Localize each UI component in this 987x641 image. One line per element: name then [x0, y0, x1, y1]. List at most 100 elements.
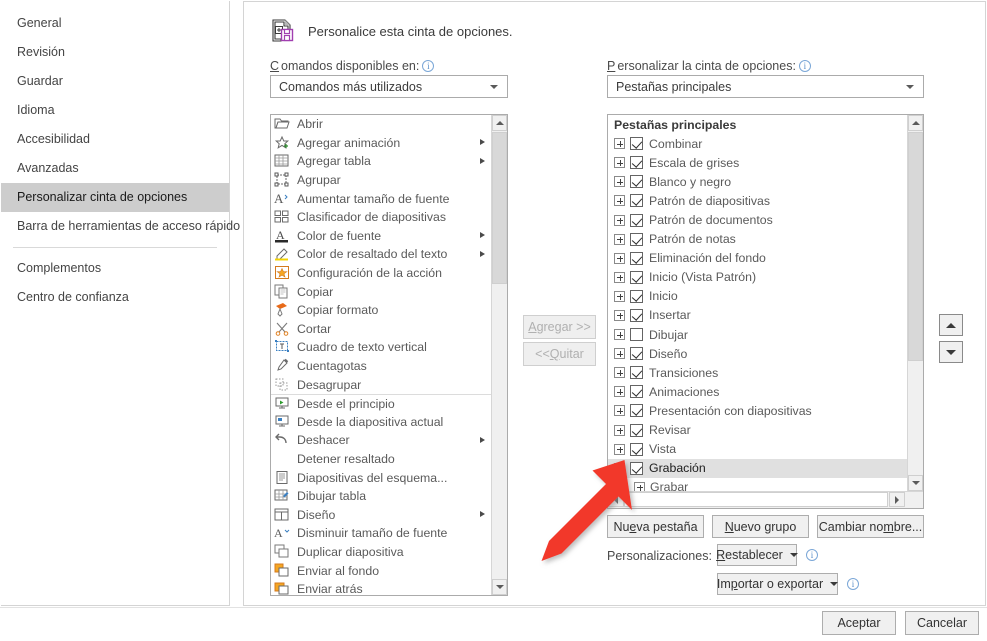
expand-plus-icon[interactable]	[614, 367, 625, 379]
sidebar-item-idioma[interactable]: Idioma	[1, 96, 229, 125]
tab-checkbox[interactable]	[630, 213, 643, 227]
expand-plus-icon[interactable]	[614, 252, 625, 264]
sidebar-item-accesibilidad[interactable]: Accesibilidad	[1, 125, 229, 154]
ribbon-tab-row[interactable]: Grabación	[608, 458, 907, 478]
ribbon-tab-row[interactable]: Eliminación del fondo	[608, 249, 907, 268]
import-export-dropdown-button[interactable]: Im p ortar o exportar	[717, 573, 839, 595]
expand-plus-icon[interactable]	[634, 481, 645, 491]
command-list-item[interactable]: A Aumentar tamaño de fuente	[271, 189, 491, 208]
tab-checkbox[interactable]	[630, 328, 643, 342]
scrollbar-thumb[interactable]	[492, 132, 507, 284]
ribbon-tab-row[interactable]: Dibujar	[608, 325, 907, 344]
command-list-item[interactable]: A Color de fuente	[271, 227, 491, 246]
tab-checkbox[interactable]	[630, 442, 643, 456]
info-icon[interactable]: i	[847, 578, 859, 590]
expand-plus-icon[interactable]	[614, 176, 625, 188]
info-icon[interactable]: i	[806, 549, 818, 561]
available-commands-list[interactable]: Abrir Agregar animación Agregar tabla Agrup…	[270, 114, 508, 596]
command-list-item[interactable]: Agregar tabla	[271, 152, 491, 171]
command-list-item[interactable]: A Disminuir tamaño de fuente	[271, 524, 491, 543]
expand-plus-icon[interactable]	[614, 424, 625, 436]
sidebar-item-complementos[interactable]: Complementos	[1, 254, 229, 283]
ribbon-tab-row[interactable]: Insertar	[608, 306, 907, 325]
available-commands-dropdown[interactable]: Comandos más utilizados	[270, 75, 508, 98]
command-list-item[interactable]: Dibujar tabla	[271, 487, 491, 506]
tab-checkbox[interactable]	[630, 289, 643, 303]
tab-checkbox[interactable]	[630, 251, 643, 265]
ribbon-tab-row[interactable]: Combinar	[608, 134, 907, 153]
scroll-right-button[interactable]	[889, 492, 905, 507]
command-list-item[interactable]: Configuración de la acción	[271, 264, 491, 283]
tab-checkbox[interactable]	[630, 175, 643, 189]
scroll-down-button[interactable]	[492, 579, 507, 595]
ribbon-tab-row[interactable]: Vista	[608, 440, 907, 459]
tab-checkbox[interactable]	[630, 232, 643, 246]
tab-checkbox[interactable]	[630, 194, 643, 208]
ribbon-tabs-vscrollbar[interactable]	[907, 115, 923, 491]
tab-checkbox[interactable]	[630, 347, 643, 361]
expand-plus-icon[interactable]	[614, 157, 625, 169]
tab-checkbox[interactable]	[630, 156, 643, 170]
expand-plus-icon[interactable]	[614, 405, 625, 417]
tab-checkbox[interactable]	[630, 461, 643, 475]
command-list-item[interactable]: Diseño	[271, 505, 491, 524]
ribbon-tab-row[interactable]: Blanco y negro	[608, 172, 907, 191]
expand-plus-icon[interactable]	[614, 138, 625, 150]
ribbon-tab-row[interactable]: Revisar	[608, 421, 907, 440]
ribbon-tab-row[interactable]: Patrón de notas	[608, 230, 907, 249]
scroll-up-button[interactable]	[908, 115, 923, 131]
command-list-item[interactable]: Enviar atrás	[271, 580, 491, 595]
ribbon-tabs-tree[interactable]: Pestañas principales Combinar Escala de gr…	[607, 114, 924, 509]
new-tab-button[interactable]: Nu e va pestaña	[607, 515, 704, 538]
sidebar-item-centro-confianza[interactable]: Centro de confianza	[1, 283, 229, 312]
sidebar-item-general[interactable]: General	[1, 9, 229, 38]
scroll-left-button[interactable]	[608, 492, 624, 507]
expand-plus-icon[interactable]	[614, 386, 625, 398]
ribbon-tab-row[interactable]: Patrón de diapositivas	[608, 191, 907, 210]
ribbon-tab-row[interactable]: Presentación con diapositivas	[608, 401, 907, 420]
expand-plus-icon[interactable]	[614, 309, 625, 321]
ribbon-tab-row[interactable]: Inicio	[608, 287, 907, 306]
move-up-button[interactable]	[939, 314, 963, 336]
expand-plus-icon[interactable]	[614, 233, 625, 245]
command-list-item[interactable]: Enviar al fondo	[271, 561, 491, 580]
command-list-item[interactable]: Copiar	[271, 282, 491, 301]
command-list-item[interactable]: Color de resaltado del texto	[271, 245, 491, 264]
command-list-item[interactable]: Diapositivas del esquema...	[271, 468, 491, 487]
tab-checkbox[interactable]	[630, 404, 643, 418]
command-list-item[interactable]: Cuentagotas	[271, 357, 491, 376]
info-icon[interactable]: i	[798, 60, 811, 72]
add-button[interactable]: Agregar >>	[523, 315, 596, 339]
command-list-item[interactable]: Abrir	[271, 115, 491, 134]
available-commands-scrollbar[interactable]	[491, 115, 507, 595]
remove-button[interactable]: << Quitar	[523, 342, 596, 366]
ribbon-tab-row[interactable]: Animaciones	[608, 382, 907, 401]
command-list-item[interactable]: Agregar animación	[271, 134, 491, 153]
ribbon-tab-row[interactable]: Transiciones	[608, 363, 907, 382]
sidebar-item-barra-acceso-rapido[interactable]: Barra de herramientas de acceso rápido	[1, 212, 240, 241]
scroll-up-button[interactable]	[492, 115, 507, 131]
sidebar-item-guardar[interactable]: Guardar	[1, 67, 229, 96]
expand-plus-icon[interactable]	[614, 443, 625, 455]
command-list-item[interactable]: Desde la diapositiva actual	[271, 413, 491, 432]
scroll-down-button[interactable]	[908, 475, 923, 491]
command-list-item[interactable]: Desagrupar	[271, 375, 491, 394]
tab-checkbox[interactable]	[630, 366, 643, 380]
expand-plus-icon[interactable]	[614, 290, 625, 302]
command-list-item[interactable]: Duplicar diapositiva	[271, 543, 491, 562]
command-list-item[interactable]: Deshacer	[271, 431, 491, 450]
command-list-item[interactable]: Copiar formato	[271, 301, 491, 320]
command-list-item[interactable]: Cuadro de texto vertical	[271, 338, 491, 357]
tab-checkbox[interactable]	[630, 137, 643, 151]
tab-checkbox[interactable]	[630, 270, 643, 284]
command-list-item[interactable]: Agrupar	[271, 171, 491, 190]
ribbon-tab-row[interactable]: Diseño	[608, 344, 907, 363]
ribbon-tabs-hscrollbar[interactable]	[608, 491, 923, 508]
scrollbar-thumb[interactable]	[908, 132, 923, 361]
sidebar-item-revision[interactable]: Revisión	[1, 38, 229, 67]
sidebar-item-personalizar-cinta[interactable]: Personalizar cinta de opciones	[1, 183, 229, 212]
sidebar-item-avanzadas[interactable]: Avanzadas	[1, 154, 229, 183]
info-icon[interactable]: i	[422, 60, 435, 72]
hscrollbar-thumb[interactable]	[624, 492, 888, 507]
command-list-item[interactable]: Detener resaltado	[271, 450, 491, 469]
